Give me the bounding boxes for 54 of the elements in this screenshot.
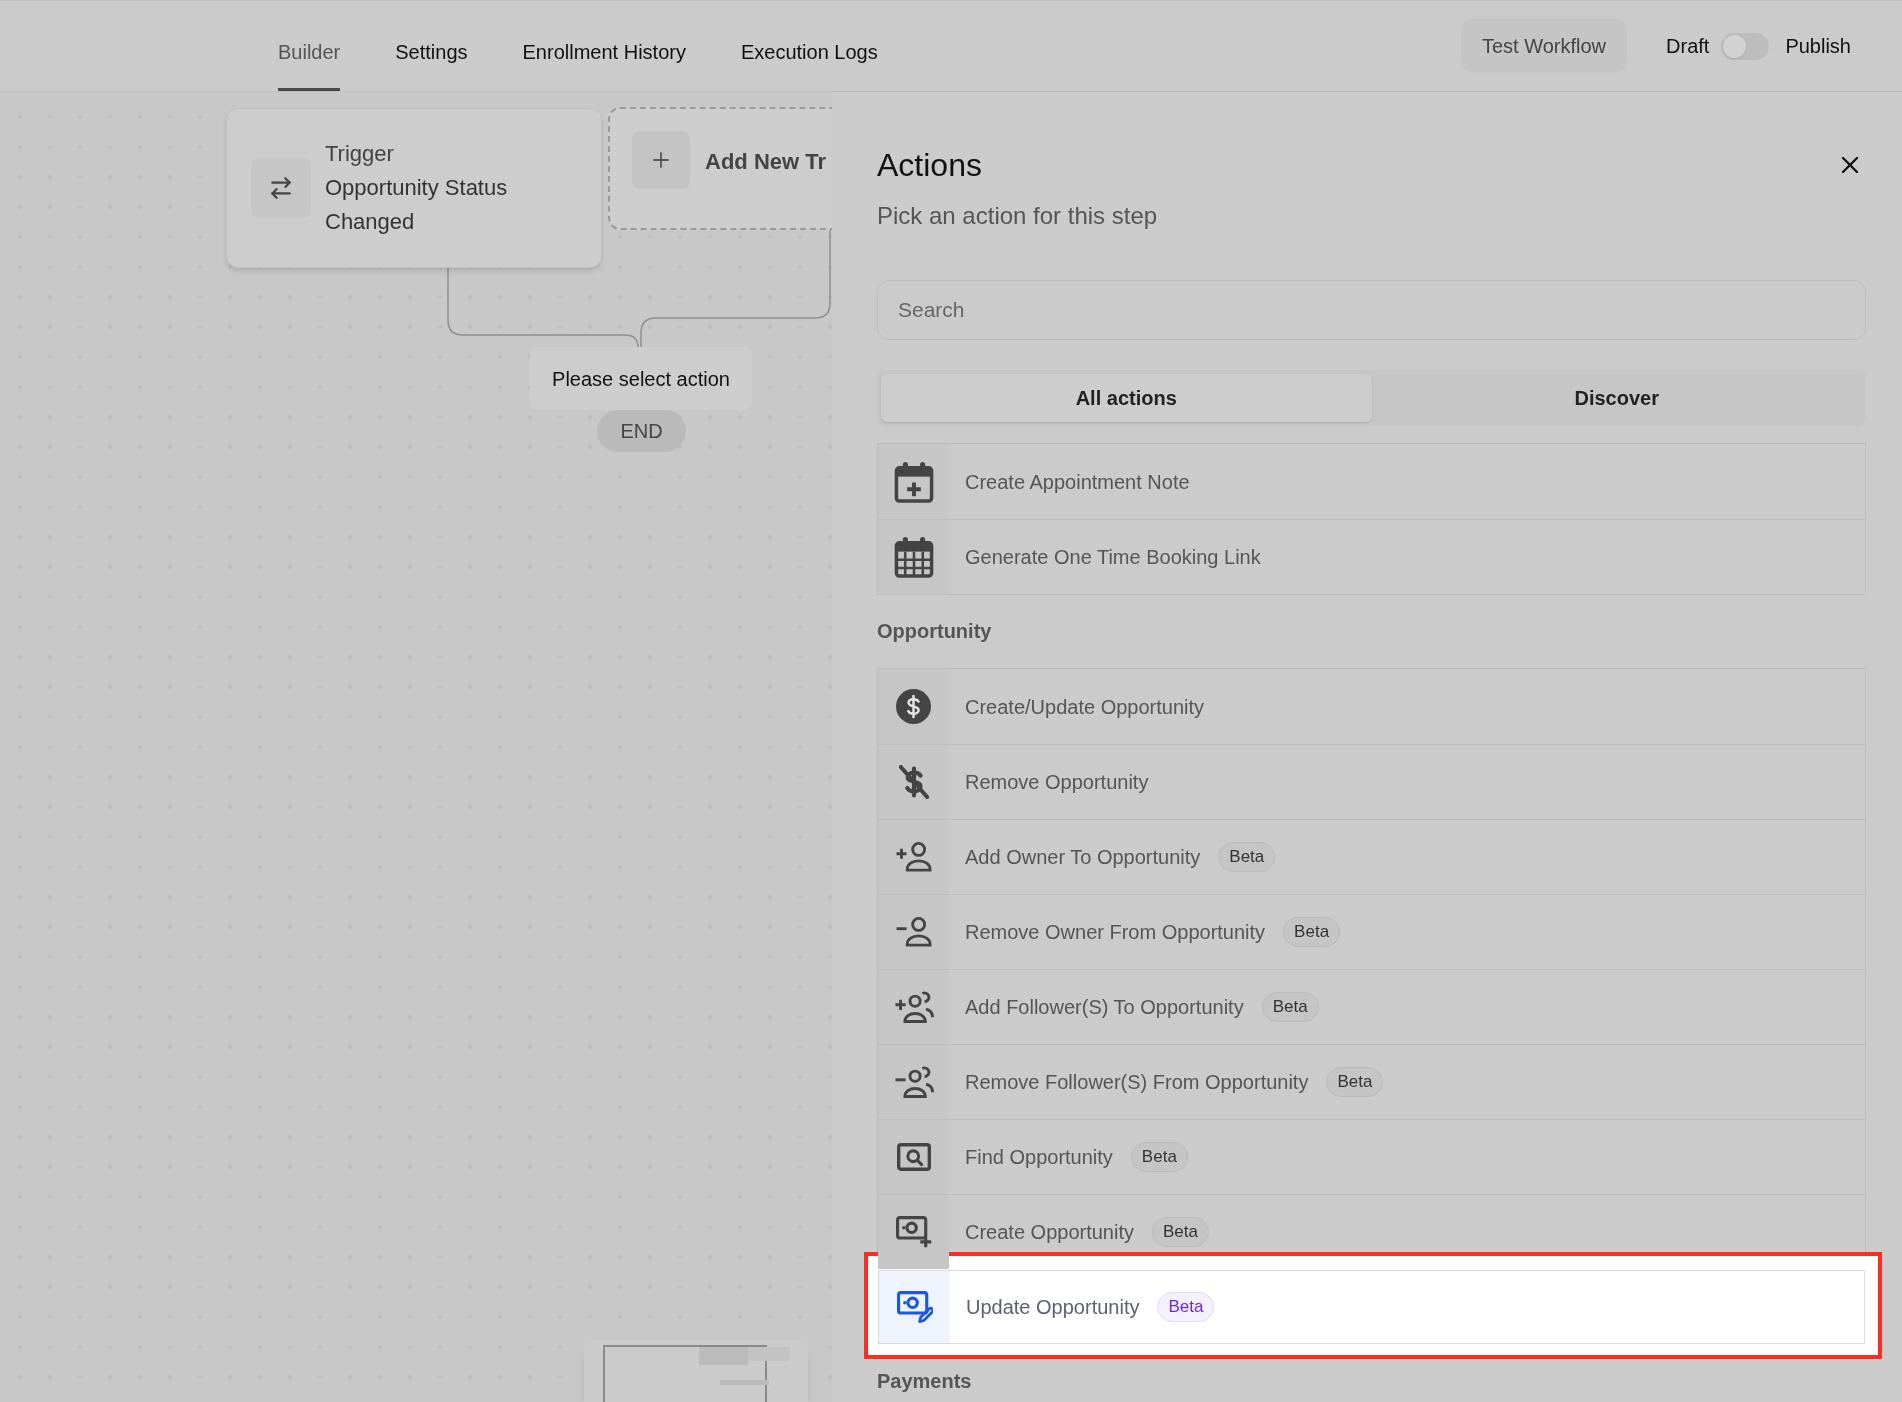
panel-title: Actions: [877, 146, 982, 184]
panel-subtitle: Pick an action for this step: [877, 201, 1159, 231]
action-item[interactable]: Add Follower(S) To Opportunity Beta: [878, 970, 1865, 1044]
minimap[interactable]: [584, 1340, 808, 1402]
trigger-event: Opportunity Status Changed: [325, 174, 509, 236]
end-node: END: [597, 410, 686, 452]
test-workflow-button[interactable]: Test Workflow: [1460, 19, 1628, 73]
action-item[interactable]: Find Opportunity Beta: [878, 1120, 1865, 1194]
draft-label: Draft: [1666, 34, 1710, 59]
calendar-plus-icon: [893, 460, 934, 503]
beta-tag: Beta: [1152, 1217, 1209, 1247]
beta-tag: Beta: [1283, 917, 1341, 947]
plus-icon: [632, 131, 690, 189]
card-plus-icon: [895, 1215, 932, 1249]
action-item[interactable]: Remove Follower(S) From Opportunity Beta: [878, 1045, 1865, 1119]
action-item[interactable]: Remove Owner From Opportunity Beta: [878, 895, 1865, 969]
beta-tag: Beta: [1326, 1067, 1384, 1097]
action-item[interactable]: Remove Opportunity: [878, 745, 1865, 819]
action-item[interactable]: Create Appointment Note: [878, 444, 1865, 519]
trigger-node[interactable]: Trigger Opportunity Status Changed: [226, 108, 602, 268]
minimap-node: [699, 1347, 748, 1365]
group-heading: Opportunity: [877, 619, 993, 644]
action-placeholder-node[interactable]: Please select action: [530, 347, 752, 410]
panel-tab[interactable]: Discover: [1371, 374, 1862, 422]
nav-tab[interactable]: Settings: [395, 1, 468, 91]
dollar-coin-icon: [896, 689, 931, 724]
trigger-title: Trigger: [325, 140, 395, 168]
beta-tag: Beta: [1218, 842, 1276, 872]
panel-tab[interactable]: All actions: [881, 374, 1372, 422]
action-item[interactable]: Update Opportunity Beta: [878, 1270, 1865, 1344]
beta-tag: Beta: [1261, 992, 1319, 1022]
publish-label: Publish: [1785, 34, 1851, 59]
search-field[interactable]: Search: [877, 280, 1866, 340]
card-pencil-icon: [896, 1290, 933, 1324]
minimap-node: [748, 1347, 790, 1361]
publish-toggle[interactable]: [1721, 32, 1770, 60]
people-plus-icon: [893, 991, 934, 1023]
minimap-node: [720, 1380, 769, 1385]
nav-tab[interactable]: Execution Logs: [740, 1, 878, 91]
nav-tab[interactable]: Enrollment History: [522, 1, 686, 91]
arrows-swap-icon: [251, 158, 311, 218]
group-heading: Payments: [877, 1369, 973, 1394]
dollar-slash-icon: [898, 765, 929, 799]
beta-tag: Beta: [1157, 1292, 1215, 1322]
people-minus-icon: [893, 1066, 934, 1098]
calendar-icon: [893, 536, 934, 578]
person-plus-icon: [894, 842, 933, 872]
beta-tag: Beta: [1130, 1142, 1188, 1172]
person-minus-icon: [894, 917, 933, 947]
action-item[interactable]: Add Owner To Opportunity Beta: [878, 820, 1865, 894]
search-card-icon: [896, 1143, 931, 1171]
action-item[interactable]: Create/Update Opportunity: [878, 669, 1865, 744]
action-item[interactable]: Generate One Time Booking Link: [878, 520, 1865, 594]
add-trigger-node[interactable]: Add New Tr: [608, 107, 832, 230]
